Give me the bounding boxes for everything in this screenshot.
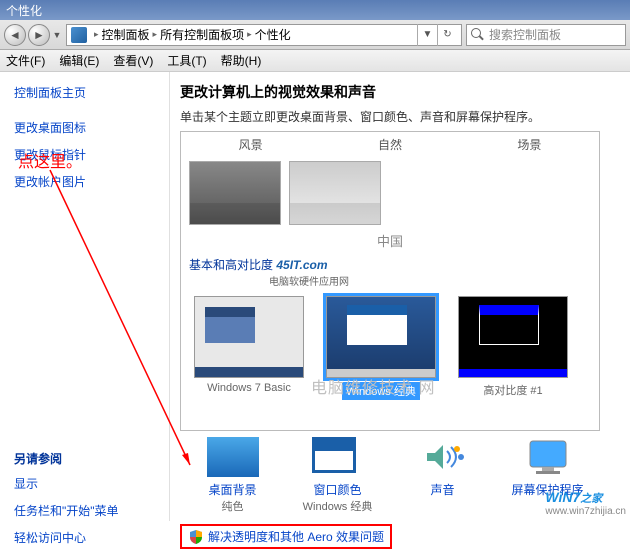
watermark-logo: 45IT.com	[276, 258, 327, 272]
breadcrumb-sep-icon: ▸	[153, 29, 158, 40]
theme-thumb-icon	[326, 296, 436, 378]
see-also-label: 另请参阅	[14, 450, 155, 467]
sidebar-mouse-pointers[interactable]: 更改鼠标指针	[14, 146, 155, 163]
themes-panel: 风景 自然 场景 中国 基本和高对比度 45IT.com 电脑软硬件应用网 Wi…	[180, 131, 600, 431]
sidebar-ease-of-access[interactable]: 轻松访问中心	[14, 529, 155, 546]
section-basic-highcontrast: 基本和高对比度 45IT.com 电脑软硬件应用网	[181, 254, 599, 290]
theme-thumb-icon	[458, 296, 568, 378]
menu-edit[interactable]: 编辑(E)	[59, 52, 99, 69]
breadcrumb-sep-icon: ▸	[247, 29, 252, 40]
troubleshoot-aero-link[interactable]: 解决透明度和其他 Aero 效果问题	[180, 524, 392, 549]
address-field[interactable]: ▸ 控制面板 ▸ 所有控制面板项 ▸ 个性化 ▼ ↻	[66, 24, 462, 46]
watermark-win7-logo: WiN7之家 www.win7zhijia.cn	[545, 489, 626, 517]
theme-high-contrast-1[interactable]: 高对比度 #1	[453, 296, 573, 400]
category-nature: 自然	[320, 132, 459, 157]
window-title: 个性化	[6, 2, 42, 19]
sidebar: 控制面板主页 更改桌面图标 更改鼠标指针 更改帐户图片 另请参阅 显示 任务栏和…	[0, 72, 170, 521]
back-button[interactable]: ◄	[4, 24, 26, 46]
sidebar-display[interactable]: 显示	[14, 475, 155, 492]
theme-thumbnail[interactable]	[289, 161, 381, 225]
search-field[interactable]: 搜索控制面板	[466, 24, 626, 46]
address-dropdown-button[interactable]: ▼	[417, 24, 437, 46]
menu-view[interactable]: 查看(V)	[113, 52, 153, 69]
watermark-tagline: 电脑软硬件应用网	[269, 273, 591, 288]
menu-file[interactable]: 文件(F)	[6, 52, 45, 69]
menu-tools[interactable]: 工具(T)	[167, 52, 206, 69]
nav-history-dropdown[interactable]: ▼	[52, 24, 62, 46]
theme-thumbnail[interactable]	[189, 161, 281, 225]
desktop-background-icon	[207, 437, 259, 477]
search-placeholder: 搜索控制面板	[489, 26, 561, 43]
theme-thumb-icon	[194, 296, 304, 378]
search-icon	[471, 28, 485, 42]
sounds-icon	[417, 437, 469, 477]
main-content: 更改计算机上的视觉效果和声音 单击某个主题立即更改桌面背景、窗口颜色、声音和屏幕…	[170, 72, 630, 521]
theme-windows-classic[interactable]: Windows 经典	[321, 296, 441, 400]
page-subtitle: 单击某个主题立即更改桌面背景、窗口颜色、声音和屏幕保护程序。	[180, 108, 630, 125]
window-color-link[interactable]: 窗口颜色 Windows 经典	[290, 437, 385, 514]
window-titlebar: 个性化	[0, 0, 630, 20]
breadcrumb-sep-icon: ▸	[94, 29, 99, 40]
breadcrumb-personalization[interactable]: 个性化	[255, 26, 291, 43]
theme-windows7-basic[interactable]: Windows 7 Basic	[189, 296, 309, 400]
category-scenery: 风景	[181, 132, 320, 157]
window-color-icon	[312, 437, 364, 477]
screensaver-icon	[522, 437, 574, 477]
refresh-button[interactable]: ↻	[437, 24, 457, 46]
theme-label-china: 中国	[181, 231, 599, 250]
breadcrumb-control-panel[interactable]: 控制面板	[102, 26, 150, 43]
menu-help[interactable]: 帮助(H)	[221, 52, 262, 69]
sidebar-taskbar[interactable]: 任务栏和"开始"菜单	[14, 502, 155, 519]
sidebar-home[interactable]: 控制面板主页	[14, 84, 155, 101]
category-scene: 场景	[460, 132, 599, 157]
control-panel-icon	[71, 27, 87, 43]
breadcrumb-all-items[interactable]: 所有控制面板项	[160, 26, 244, 43]
bottom-options-row: 桌面背景 纯色 窗口颜色 Windows 经典 声音 屏幕保护程序	[180, 437, 600, 514]
sidebar-account-picture[interactable]: 更改帐户图片	[14, 173, 155, 190]
page-heading: 更改计算机上的视觉效果和声音	[180, 82, 630, 102]
address-bar: ◄ ► ▼ ▸ 控制面板 ▸ 所有控制面板项 ▸ 个性化 ▼ ↻ 搜索控制面板	[0, 20, 630, 50]
troubleshoot-text: 解决透明度和其他 Aero 效果问题	[208, 528, 384, 545]
shield-icon	[188, 529, 204, 545]
sidebar-desktop-icons[interactable]: 更改桌面图标	[14, 119, 155, 136]
menu-bar: 文件(F) 编辑(E) 查看(V) 工具(T) 帮助(H)	[0, 50, 630, 72]
forward-button[interactable]: ►	[28, 24, 50, 46]
sounds-link[interactable]: 声音	[395, 437, 490, 514]
desktop-background-link[interactable]: 桌面背景 纯色	[185, 437, 280, 514]
